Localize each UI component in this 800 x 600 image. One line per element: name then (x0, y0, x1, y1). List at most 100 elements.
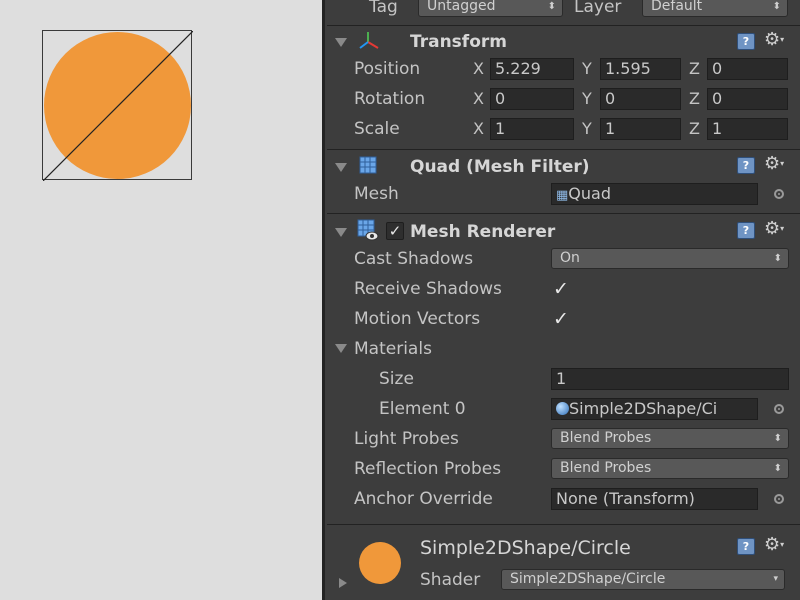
material-name: Simple2DShape/Circle (420, 537, 631, 559)
help-icon[interactable]: ? (737, 157, 755, 174)
divider (327, 25, 800, 26)
gear-icon[interactable]: ⚙▾ (764, 31, 784, 49)
gear-caret: ▾ (780, 540, 785, 549)
position-z-field[interactable]: 0 (707, 58, 788, 80)
material-preview-circle (359, 542, 401, 584)
mesh-icon: ▦ (556, 188, 569, 203)
position-y-field[interactable]: 1.595 (600, 58, 681, 80)
light-probes-label: Light Probes (354, 429, 459, 449)
help-icon[interactable]: ? (737, 222, 755, 239)
gear-caret: ▾ (780, 159, 785, 168)
element-0-label: Element 0 (379, 399, 466, 419)
mesh-renderer-foldout-arrow[interactable] (335, 228, 347, 237)
rotation-y-field[interactable]: 0 (600, 88, 681, 110)
dropdown-arrow-icon: ⬍ (773, 433, 782, 444)
object-picker-icon[interactable] (774, 189, 784, 199)
chevron-down-icon: ▾ (773, 574, 778, 584)
axis-x-label: X (473, 59, 484, 78)
gear-icon[interactable]: ⚙▾ (764, 220, 784, 238)
transform-title: Transform (410, 32, 507, 52)
tag-label: Tag (369, 0, 398, 17)
motion-vectors-checkbox[interactable]: ✓ (553, 310, 571, 329)
anchor-override-field[interactable]: None (Transform) (551, 488, 758, 510)
receive-shadows-checkbox[interactable]: ✓ (553, 280, 571, 299)
mesh-filter-title: Quad (Mesh Filter) (410, 157, 590, 177)
shader-dropdown[interactable]: Simple2DShape/Circle ▾ (501, 569, 785, 590)
divider (327, 524, 800, 525)
motion-vectors-label: Motion Vectors (354, 309, 481, 329)
mesh-filter-icon (359, 156, 377, 174)
mesh-renderer-icon (357, 219, 379, 241)
axis-y-label: Y (582, 89, 592, 108)
shader-value: Simple2DShape/Circle (510, 571, 666, 587)
dropdown-arrow-icon: ⬍ (773, 463, 782, 474)
position-x-field[interactable]: 5.229 (490, 58, 574, 80)
mesh-object-field[interactable]: ▦Quad (551, 183, 758, 205)
help-icon[interactable]: ? (737, 538, 755, 555)
cast-shadows-value: On (560, 250, 580, 266)
axis-x-label: X (473, 119, 484, 138)
scale-y-field[interactable]: 1 (600, 118, 681, 140)
tag-dropdown[interactable]: Untagged ⬍ (418, 0, 563, 17)
quad-diagonal-wireframe (43, 31, 193, 181)
object-picker-icon[interactable] (774, 404, 784, 414)
scale-label: Scale (354, 119, 400, 139)
object-picker-icon[interactable] (774, 494, 784, 504)
quad-bounds[interactable] (42, 30, 193, 181)
help-icon[interactable]: ? (737, 33, 755, 50)
shader-label: Shader (420, 570, 481, 590)
rotation-label: Rotation (354, 89, 426, 109)
layer-value: Default (651, 0, 703, 14)
mesh-renderer-enabled-checkbox[interactable]: ✓ (386, 222, 404, 240)
position-label: Position (354, 59, 421, 79)
axis-x-label: X (473, 89, 484, 108)
material-foldout-arrow[interactable] (339, 578, 347, 588)
material-sphere-icon (556, 402, 569, 415)
mesh-renderer-title: Mesh Renderer (410, 222, 556, 242)
gear-glyph: ⚙ (764, 29, 781, 50)
reflection-probes-value: Blend Probes (560, 460, 652, 476)
light-probes-value: Blend Probes (560, 430, 652, 446)
materials-size-field[interactable]: 1 (551, 368, 789, 390)
materials-label: Materials (354, 339, 432, 359)
scene-view[interactable] (0, 0, 322, 600)
inspector-panel: Tag Untagged ⬍ Layer Default ⬍ Transform ?… (322, 0, 800, 600)
mesh-label: Mesh (354, 184, 399, 204)
size-label: Size (379, 369, 414, 389)
gear-caret: ▾ (780, 35, 785, 44)
rotation-z-field[interactable]: 0 (707, 88, 788, 110)
element-0-value: Simple2DShape/Ci (569, 399, 718, 418)
light-probes-dropdown[interactable]: Blend Probes ⬍ (551, 428, 789, 449)
mesh-filter-foldout-arrow[interactable] (335, 163, 347, 172)
cast-shadows-label: Cast Shadows (354, 249, 474, 269)
gear-glyph: ⚙ (764, 218, 781, 239)
cast-shadows-dropdown[interactable]: On ⬍ (551, 248, 789, 269)
transform-foldout-arrow[interactable] (335, 38, 347, 47)
layer-dropdown[interactable]: Default ⬍ (642, 0, 788, 17)
axis-z-label: Z (689, 119, 700, 138)
axis-y-label: Y (582, 59, 592, 78)
gear-icon[interactable]: ⚙▾ (764, 536, 784, 554)
mesh-value: Quad (568, 184, 611, 203)
receive-shadows-label: Receive Shadows (354, 279, 502, 299)
reflection-probes-label: Reflection Probes (354, 459, 502, 479)
divider (327, 149, 800, 150)
axis-z-label: Z (689, 59, 700, 78)
materials-foldout-arrow[interactable] (335, 344, 347, 353)
reflection-probes-dropdown[interactable]: Blend Probes ⬍ (551, 458, 789, 479)
tag-value: Untagged (427, 0, 496, 14)
gear-glyph: ⚙ (764, 153, 781, 174)
scale-x-field[interactable]: 1 (490, 118, 574, 140)
gear-glyph: ⚙ (764, 534, 781, 555)
element-0-object-field[interactable]: Simple2DShape/Ci (551, 398, 758, 420)
scale-z-field[interactable]: 1 (707, 118, 788, 140)
dropdown-arrow-icon: ⬍ (773, 253, 782, 264)
transform-axes-icon (359, 32, 379, 49)
gear-icon[interactable]: ⚙▾ (764, 155, 784, 173)
divider (327, 213, 800, 214)
gear-caret: ▾ (780, 224, 785, 233)
dropdown-arrow-icon: ⬍ (547, 1, 556, 12)
dropdown-arrow-icon: ⬍ (772, 1, 781, 12)
axis-y-label: Y (582, 119, 592, 138)
rotation-x-field[interactable]: 0 (490, 88, 574, 110)
